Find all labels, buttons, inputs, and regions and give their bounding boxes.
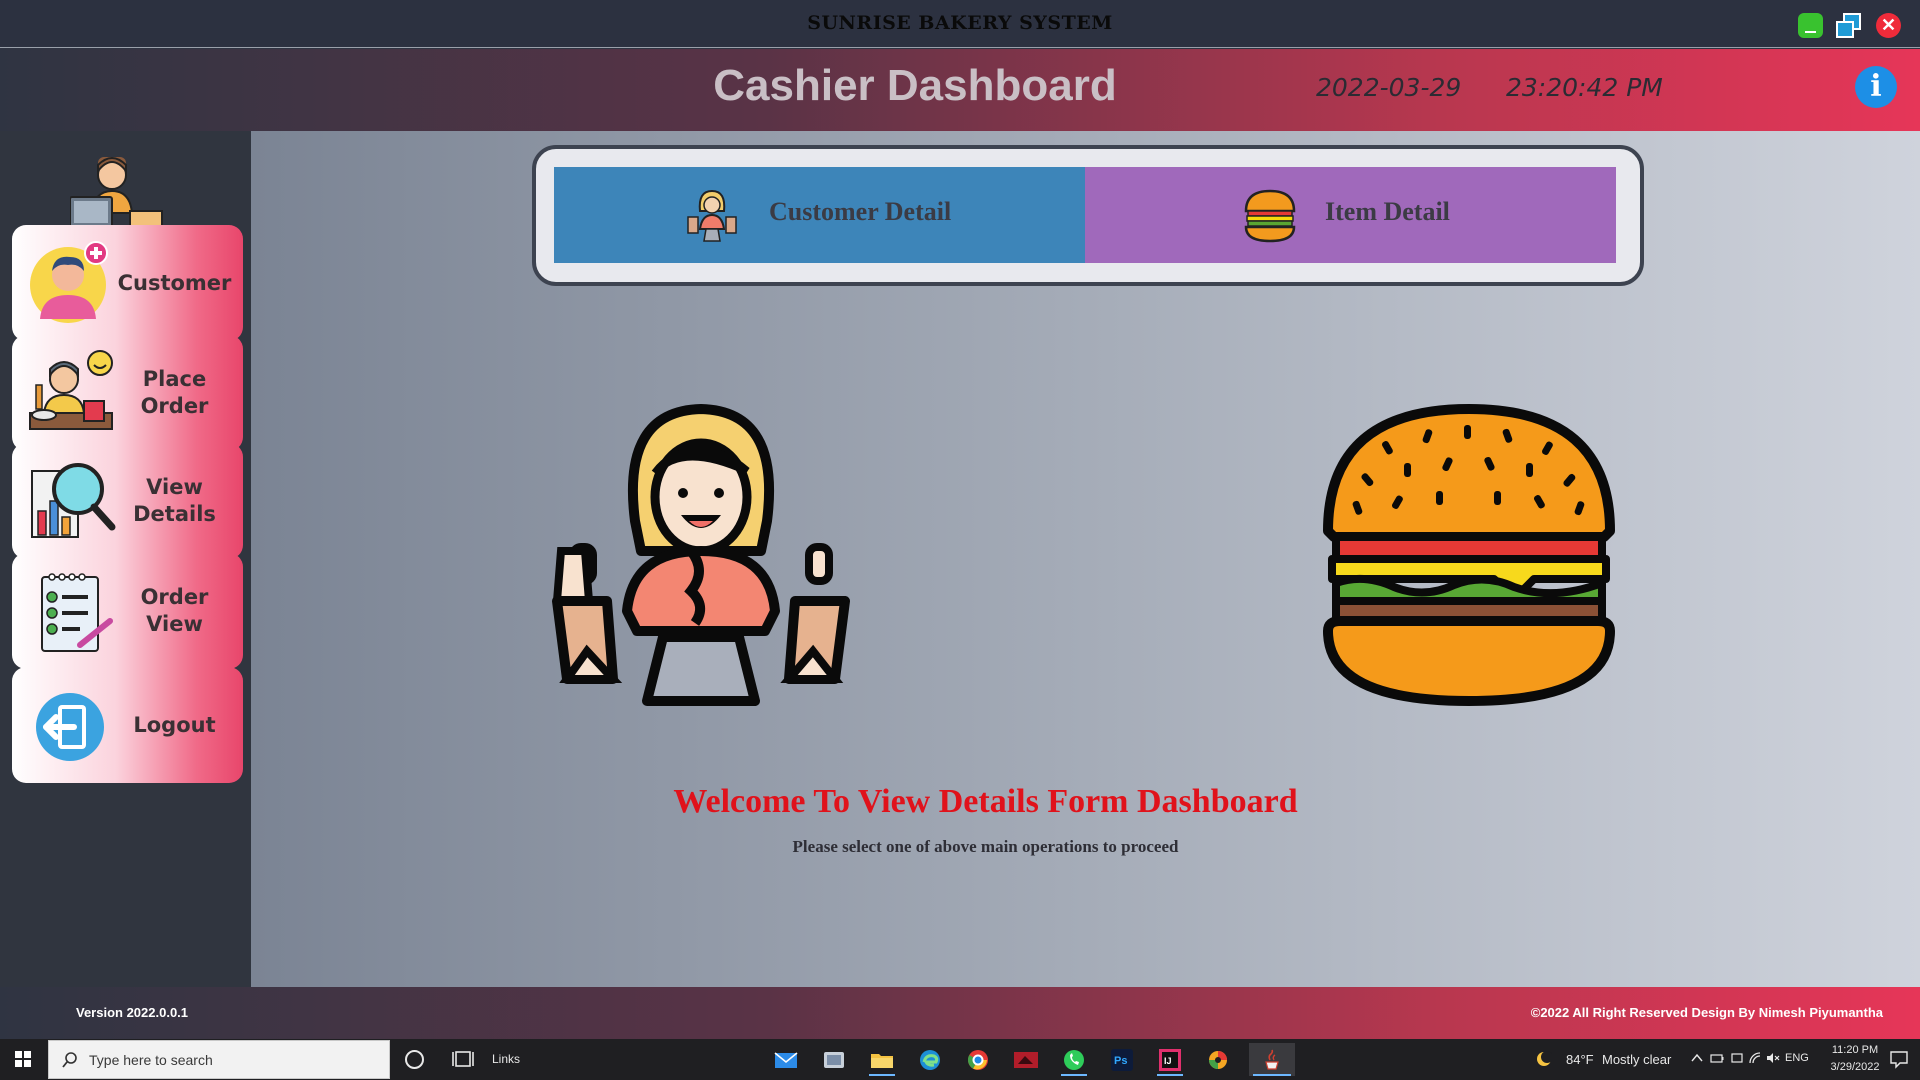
sidebar-label-line: Details — [133, 502, 216, 526]
running-indicator — [1157, 1074, 1183, 1076]
task-view-icon[interactable] — [452, 1049, 474, 1069]
moon-icon[interactable] — [1536, 1051, 1552, 1067]
running-indicator — [1061, 1074, 1087, 1076]
tab-label: Item Detail — [1325, 197, 1450, 226]
tab-customer-detail[interactable]: Customer Detail — [554, 167, 1085, 263]
restore-icon-front — [1836, 21, 1854, 38]
file-explorer-icon[interactable] — [865, 1043, 899, 1076]
notification-icon[interactable] — [1888, 1049, 1910, 1069]
edge-glyph — [920, 1049, 940, 1070]
minimize-icon — [1805, 31, 1816, 33]
app-footer: Version 2022.0.0.1 ©2022 All Right Reser… — [0, 987, 1920, 1039]
place-order-icon — [29, 350, 113, 430]
taskbar-clock-date[interactable]: 3/29/2022 — [1825, 1061, 1885, 1073]
edge-icon[interactable] — [913, 1043, 947, 1076]
pinwheel-app-icon[interactable] — [1201, 1043, 1235, 1076]
running-indicator — [1253, 1074, 1291, 1076]
current-date: 2022-03-29 — [1316, 73, 1462, 102]
search-placeholder: Type here to search — [89, 1052, 213, 1068]
input-language[interactable]: ENG — [1785, 1052, 1809, 1064]
battery-icon[interactable] — [1710, 1051, 1724, 1065]
speaker-muted-icon[interactable] — [1766, 1051, 1780, 1065]
tab-item-detail[interactable]: Item Detail — [1085, 167, 1616, 263]
logout-icon — [36, 693, 104, 761]
weather-temperature[interactable]: 84°F — [1566, 1052, 1594, 1067]
photos-glyph — [824, 1051, 844, 1068]
sidebar-label-line: Logout — [133, 712, 216, 737]
java-glyph — [1265, 1049, 1279, 1070]
whatsapp-glyph — [1064, 1049, 1084, 1070]
windows-start-icon[interactable] — [0, 1039, 46, 1080]
current-time: 23:20:42 PM — [1506, 73, 1663, 102]
tab-label: Customer Detail — [769, 197, 952, 226]
tab-bar: Customer Detail Item Detail — [532, 145, 1644, 286]
sidebar-label-line: Order — [140, 394, 209, 418]
video-glyph — [1014, 1051, 1038, 1068]
intellij-glyph: IJ — [1159, 1048, 1181, 1071]
mail-glyph — [774, 1051, 798, 1068]
main-content: Customer Detail Item Detail Welcome To V… — [251, 131, 1920, 987]
sidebar-item-view-details[interactable]: View Details — [12, 443, 243, 559]
whatsapp-icon[interactable] — [1057, 1043, 1091, 1076]
sidebar-label-line: View — [146, 475, 203, 499]
version-label: Version 2022.0.0.1 — [76, 1005, 189, 1020]
sidebar-label-line: Order — [140, 585, 209, 609]
svg-text:Ps: Ps — [1114, 1055, 1127, 1067]
system-tray: 84°F Mostly clear ENG 11:20 PM 3/29/2022 — [1480, 1039, 1920, 1080]
close-button[interactable]: ✕ — [1876, 13, 1901, 38]
chrome-icon[interactable] — [961, 1043, 995, 1076]
minimize-button[interactable] — [1798, 13, 1823, 38]
welcome-subtitle: Please select one of above main operatio… — [792, 837, 1179, 856]
maximize-button[interactable] — [1836, 13, 1861, 38]
video-app-icon[interactable] — [1009, 1043, 1043, 1076]
sidebar-item-customer[interactable]: Customer — [12, 225, 243, 341]
sidebar-item-place-order[interactable]: Place Order — [12, 335, 243, 451]
cortana-icon[interactable] — [405, 1050, 424, 1069]
weather-condition[interactable]: Mostly clear — [1602, 1052, 1671, 1067]
sidebar-item-label: Order View — [112, 553, 237, 669]
sidebar-label-line: View — [146, 612, 203, 636]
dashboard-header: Cashier Dashboard 2022-03-29 23:20:42 PM… — [0, 49, 1920, 131]
photoshop-icon[interactable]: Ps — [1105, 1043, 1139, 1076]
shopper-icon — [687, 189, 737, 242]
order-view-icon — [41, 573, 113, 652]
sidebar-item-label: View Details — [112, 443, 237, 559]
window-title-bar: SUNRISE BAKERY SYSTEM ✕ — [0, 0, 1920, 48]
photoshop-glyph: Ps — [1111, 1048, 1133, 1071]
meet-now-icon[interactable] — [1730, 1051, 1744, 1065]
sidebar-item-label: Customer — [112, 225, 237, 341]
sidebar: Customer Place Order View Details Order … — [0, 131, 251, 987]
welcome-heading: Welcome To View Details Form Dashboard — [673, 783, 1298, 820]
photos-icon[interactable] — [817, 1043, 851, 1076]
info-button[interactable]: i — [1855, 66, 1897, 108]
search-icon — [62, 1052, 77, 1068]
shopper-icon — [552, 404, 850, 706]
sidebar-label-line: Customer — [117, 270, 232, 295]
wifi-icon[interactable] — [1748, 1051, 1762, 1065]
taskbar-search-input[interactable]: Type here to search — [48, 1040, 390, 1079]
customer-add-icon — [30, 241, 108, 323]
sidebar-item-order-view[interactable]: Order View — [12, 553, 243, 669]
chrome-glyph — [967, 1049, 988, 1070]
mail-icon[interactable] — [769, 1043, 803, 1076]
pinwheel-glyph — [1209, 1050, 1227, 1069]
taskbar-clock-time[interactable]: 11:20 PM — [1825, 1044, 1885, 1056]
svg-text:IJ: IJ — [1164, 1056, 1172, 1066]
sidebar-item-logout[interactable]: Logout — [12, 667, 243, 783]
view-details-icon — [31, 463, 116, 538]
links-toolbar-label[interactable]: Links — [492, 1052, 520, 1066]
windows-taskbar: Type here to search Links Ps IJ 84°F Mos… — [0, 1039, 1920, 1080]
sidebar-label-line: Place — [142, 367, 207, 391]
sidebar-item-label: Logout — [112, 667, 237, 783]
folder-glyph — [871, 1053, 893, 1068]
sidebar-item-label: Place Order — [112, 335, 237, 451]
copyright-label: ©2022 All Right Reserved Design By Nimes… — [1530, 1005, 1883, 1020]
burger-icon — [1244, 189, 1296, 243]
intellij-icon[interactable]: IJ — [1153, 1043, 1187, 1076]
running-indicator — [869, 1074, 895, 1076]
chevron-up-icon[interactable] — [1690, 1051, 1704, 1065]
java-app-icon[interactable] — [1249, 1043, 1295, 1076]
burger-icon — [1323, 404, 1615, 706]
app-title: SUNRISE BAKERY SYSTEM — [807, 12, 1113, 34]
